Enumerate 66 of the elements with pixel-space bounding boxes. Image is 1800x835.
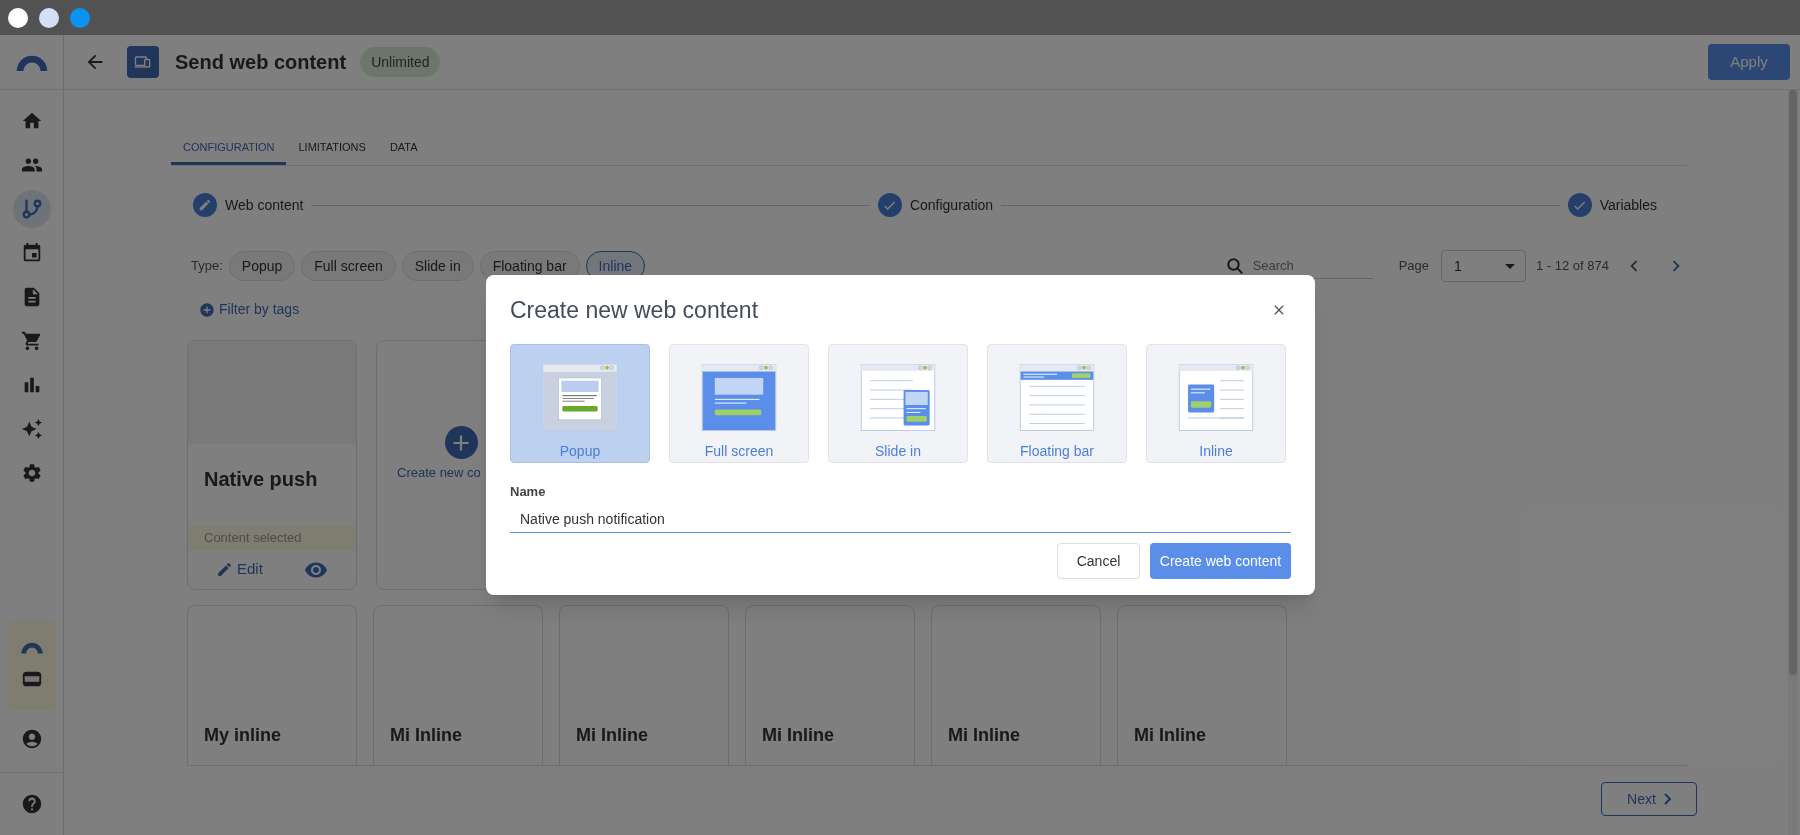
sidebar-item[interactable] — [12, 190, 51, 228]
tab[interactable]: LIMITATIONS — [286, 132, 378, 165]
type-chip[interactable]: Full screen — [301, 251, 396, 281]
full-screen-illustration-icon — [699, 363, 779, 431]
name-field[interactable]: Native push notification — [510, 505, 1291, 533]
settings-icon — [20, 462, 43, 484]
content-card[interactable]: Mi Inline — [373, 605, 543, 765]
type-chip[interactable]: Slide in — [401, 251, 474, 281]
step-label: Variables — [1599, 195, 1657, 215]
content-card[interactable]: Mi Inline — [1117, 605, 1287, 765]
step-edit-icon — [193, 193, 217, 217]
branch-icon — [20, 198, 43, 220]
page-select[interactable]: 1 — [1441, 250, 1526, 282]
popup-illustration-icon — [540, 363, 620, 431]
floating-bar-illustration-icon — [1017, 363, 1097, 431]
content-type-option[interactable]: Inline — [1146, 343, 1286, 463]
logo-icon — [19, 640, 44, 654]
edit-button[interactable]: Edit — [216, 558, 263, 581]
content-type-option[interactable]: Full screen — [669, 343, 809, 463]
filter-by-tags-link[interactable]: Filter by tags — [199, 299, 300, 320]
content-card[interactable]: Mi Inline — [745, 605, 915, 765]
page-title: Send web content — [175, 50, 347, 75]
card-title: Mi Inline — [576, 724, 648, 747]
page-range: 1 - 12 of 874 — [1536, 257, 1609, 276]
cart-icon — [20, 330, 43, 352]
card-title: Native push — [203, 467, 319, 492]
step-label: Web content — [225, 195, 304, 215]
sparkles-icon — [20, 418, 43, 440]
help-icon — [20, 793, 43, 815]
apply-button[interactable]: Apply — [1708, 44, 1790, 80]
tab[interactable]: DATA — [377, 132, 430, 165]
cancel-button[interactable]: Cancel — [1057, 543, 1140, 579]
card-title: Mi Inline — [762, 724, 834, 747]
search-icon — [1226, 258, 1243, 274]
create-card-label: Create new co — [396, 464, 481, 482]
content-type-option[interactable]: Floating bar — [987, 343, 1127, 463]
add-icon — [444, 426, 478, 459]
slide-in-illustration-icon — [858, 363, 938, 431]
name-label: Name — [510, 482, 547, 501]
content-card[interactable]: Mi Inline — [931, 605, 1101, 765]
scrollbar[interactable] — [1788, 90, 1798, 835]
chevron-right-icon — [1663, 793, 1671, 805]
dialog-title: Create new web content — [510, 296, 759, 325]
step-done-icon — [877, 193, 902, 217]
plan-badge: Unlimited — [360, 47, 441, 77]
app-icon — [127, 46, 159, 78]
content-type-option[interactable]: Popup — [510, 343, 650, 463]
type-label: Type: — [191, 257, 223, 276]
account-icon — [20, 728, 43, 750]
type-chip[interactable]: Popup — [228, 251, 296, 281]
create-web-content-button[interactable]: Create web content — [1150, 543, 1291, 579]
pencil-icon — [216, 561, 233, 578]
card-title: Mi Inline — [948, 724, 1020, 747]
content-type-option[interactable]: Slide in — [828, 343, 968, 463]
inline-illustration-icon — [1176, 363, 1256, 431]
content-card[interactable]: Mi Inline — [559, 605, 729, 765]
card-title: My inline — [204, 724, 281, 747]
dropdown-caret-icon — [1505, 263, 1515, 269]
next-button[interactable]: Next — [1601, 782, 1697, 816]
page-label: Page — [1398, 257, 1429, 276]
step-done-icon — [1567, 193, 1592, 217]
card-title: Mi Inline — [1134, 724, 1206, 747]
card-title: Mi Inline — [390, 724, 462, 747]
tab[interactable]: CONFIGURATION — [171, 132, 287, 165]
content-card[interactable]: My inline — [187, 605, 357, 765]
step-label: Configuration — [909, 195, 994, 215]
